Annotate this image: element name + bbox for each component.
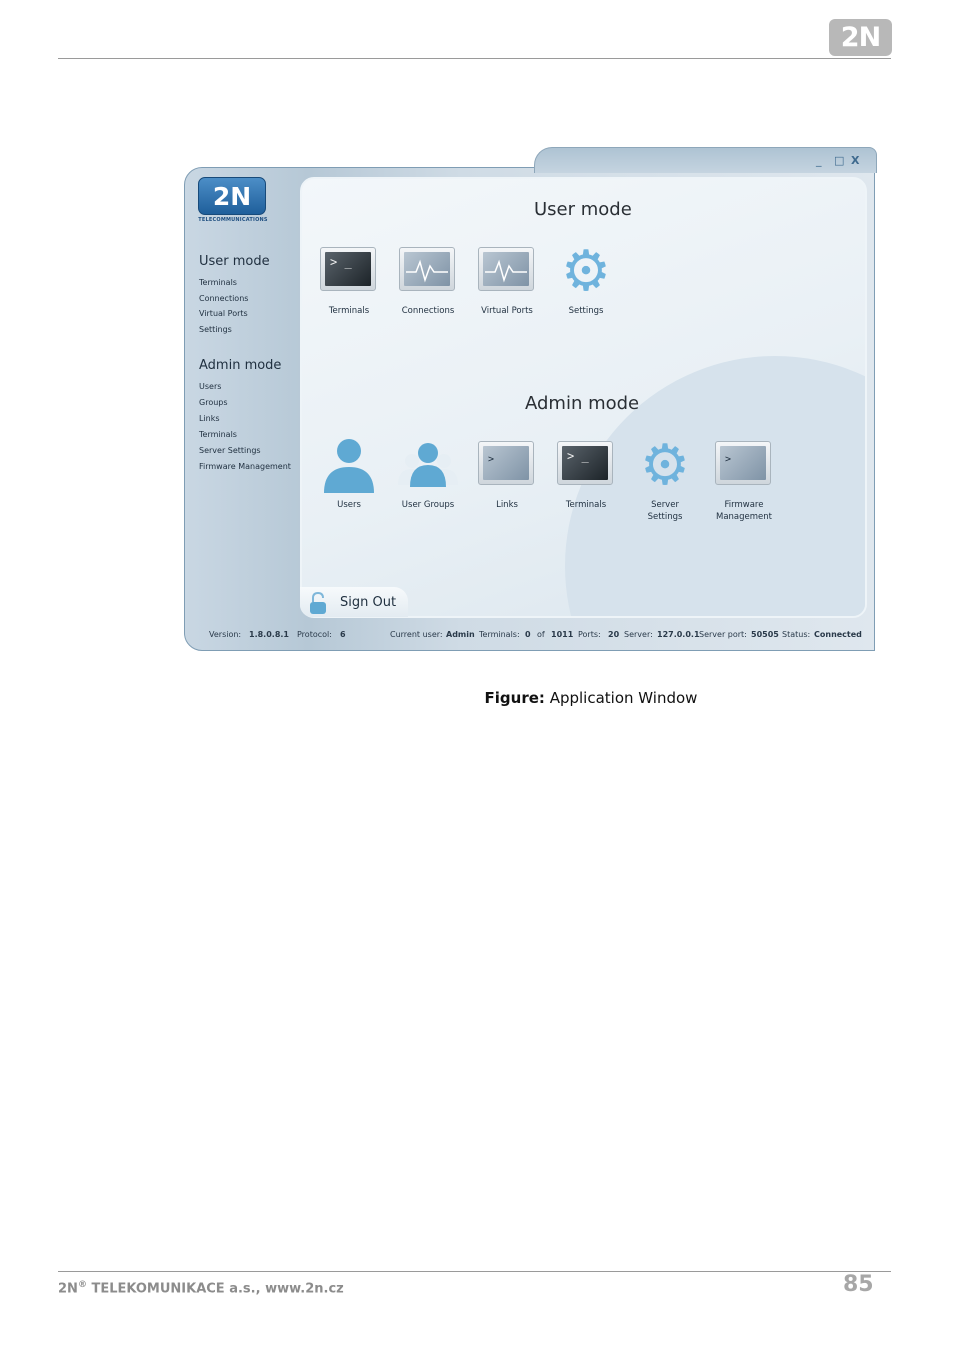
tile-links[interactable]: > Links [475, 441, 539, 511]
status-server-port-label: Server port: [699, 630, 747, 639]
sidebar-item-connections[interactable]: Connections [199, 294, 248, 303]
status-server-port: 50505 [751, 630, 779, 639]
status-ports: 20 [608, 630, 620, 639]
footer-rule [58, 1271, 891, 1272]
gear-icon: ⚙ [639, 433, 691, 498]
footer-company-text: TELEKOMUNIKACE a.s., www.2n.cz [91, 1281, 344, 1297]
status-version-label: Version: [209, 630, 242, 639]
tile-connections[interactable]: Connections [396, 247, 460, 317]
tile-label: Server Settings [647, 500, 683, 522]
registered-mark: ® [77, 1280, 87, 1290]
connections-icon [399, 247, 457, 295]
sidebar-item-firmware-management[interactable]: Firmware Management [199, 462, 291, 471]
app-logo-badge: 2N [198, 177, 266, 215]
window-title-tab [534, 147, 877, 173]
user-icon [320, 439, 378, 493]
maximize-button[interactable]: □ [834, 155, 844, 167]
status-connection: Connected [814, 630, 862, 639]
tile-label: User Groups [401, 500, 455, 510]
status-status-label: Status: [782, 630, 811, 639]
status-user-label: Current user: [390, 630, 443, 639]
tile-label: Links [496, 500, 518, 510]
sidebar-item-server-settings[interactable]: Server Settings [199, 446, 261, 455]
status-user: Admin [446, 630, 475, 639]
sidebar-item-admin-terminals[interactable]: Terminals [199, 430, 237, 439]
sidebar-heading-admin-mode: Admin mode [199, 358, 282, 373]
footer-company-prefix: 2N [58, 1281, 78, 1297]
caption-text: Application Window [549, 689, 698, 707]
sidebar-item-links[interactable]: Links [199, 414, 220, 423]
sidebar-item-terminals[interactable]: Terminals [199, 278, 237, 287]
terminal-icon: > _ [320, 247, 378, 295]
tile-label: Users [337, 500, 361, 510]
tile-admin-terminals[interactable]: > _ Terminals [554, 441, 618, 511]
footer-company: 2N® TELEKOMUNIKACE a.s., www.2n.cz [58, 1280, 344, 1296]
status-terminals-label: Terminals: [479, 630, 520, 639]
status-ports-label: Ports: [578, 630, 601, 639]
status-server-label: Server: [624, 630, 653, 639]
figure-caption: Figure: Application Window [0, 689, 954, 707]
unlock-icon [310, 592, 326, 614]
sidebar-item-settings[interactable]: Settings [199, 325, 232, 334]
firmware-icon: > [715, 441, 773, 489]
tile-server-settings[interactable]: ⚙ Server Settings [633, 433, 697, 523]
header-rule [58, 58, 891, 59]
tile-label: Connections [401, 306, 455, 316]
tile-terminals[interactable]: > _ Terminals [317, 247, 381, 317]
user-mode-title: User mode [534, 199, 632, 220]
tile-label: Virtual Ports [481, 306, 533, 316]
sidebar-item-users[interactable]: Users [199, 382, 221, 391]
tile-label: Terminals [565, 500, 607, 510]
status-terminals-total: 1011 [551, 630, 574, 639]
virtual-ports-icon [478, 247, 536, 295]
main-panel: User mode > _ Terminals Connections Virt… [300, 177, 867, 618]
sidebar-item-virtual-ports[interactable]: Virtual Ports [199, 309, 248, 318]
admin-mode-title: Admin mode [525, 393, 640, 414]
tile-firmware-management[interactable]: > Firmware Management [712, 441, 776, 523]
application-window: _ □ X 2N TELECOMMUNICATIONS User mode Te… [184, 147, 877, 653]
caption-label: Figure: [484, 689, 545, 707]
brand-logo: 2N [829, 19, 892, 56]
status-version: 1.8.0.8.1 [249, 630, 289, 639]
close-button[interactable]: X [851, 155, 859, 167]
tile-settings[interactable]: ⚙ Settings [554, 239, 618, 317]
status-protocol: 6 [340, 630, 346, 639]
sidebar-heading-user-mode: User mode [199, 254, 270, 269]
status-of-label: of [537, 630, 545, 639]
status-protocol-label: Protocol: [297, 630, 332, 639]
page-number: 85 [843, 1272, 874, 1297]
tile-label: Settings [568, 306, 604, 316]
terminal-icon: > _ [557, 441, 615, 489]
sign-out-label: Sign Out [340, 595, 397, 610]
user-group-icon [398, 441, 458, 489]
status-server: 127.0.0.1 [657, 630, 700, 639]
gear-icon: ⚙ [560, 239, 612, 304]
status-terminals: 0 [525, 630, 531, 639]
tile-virtual-ports[interactable]: Virtual Ports [475, 247, 539, 317]
tile-label: Terminals [328, 306, 370, 316]
minimize-button[interactable]: _ [816, 155, 822, 167]
link-icon: > [478, 441, 536, 489]
sign-out-button[interactable]: Sign Out [300, 587, 408, 617]
app-logo: 2N TELECOMMUNICATIONS [198, 177, 268, 224]
tile-user-groups[interactable]: User Groups [396, 441, 460, 511]
tile-label: Firmware Management [716, 500, 772, 522]
tile-users[interactable]: Users [317, 439, 381, 511]
sidebar-item-groups[interactable]: Groups [199, 398, 228, 407]
app-logo-subtitle: TELECOMMUNICATIONS [198, 217, 268, 223]
